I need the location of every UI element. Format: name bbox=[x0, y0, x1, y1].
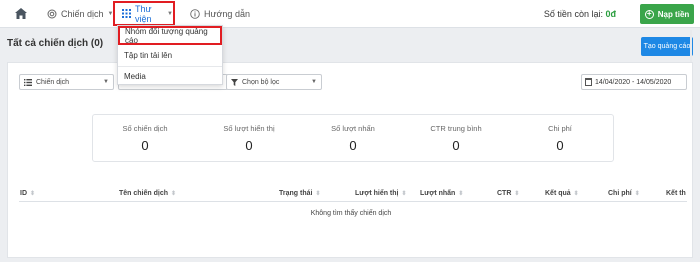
table-header: ID ⬍ Tên chiến dịch ⬍ Trạng thái ⬍ Lượt hiể… bbox=[19, 188, 687, 202]
stat-value: 0 bbox=[556, 138, 564, 153]
stat-impressions: Số lượt hiển thị 0 bbox=[199, 124, 299, 153]
column-label: CTR bbox=[497, 190, 512, 197]
balance-display: Số tiền còn lại: 0đ bbox=[544, 9, 616, 19]
stat-value: 0 bbox=[452, 138, 460, 153]
stat-value: 0 bbox=[349, 138, 357, 153]
column-label: Tên chiến dịch bbox=[119, 190, 169, 197]
sort-icon: ⬍ bbox=[573, 191, 579, 197]
sort-icon: ⬍ bbox=[315, 191, 321, 197]
sort-icon: ⬍ bbox=[401, 191, 407, 197]
stat-label: Số lượt hiển thị bbox=[223, 124, 275, 133]
list-icon bbox=[24, 78, 32, 86]
stat-label: CTR trung bình bbox=[430, 124, 482, 133]
column-header-ctr[interactable]: CTR ⬍ bbox=[497, 190, 519, 197]
chevron-down-icon: ▼ bbox=[103, 79, 109, 85]
filter-select-value: Chọn bộ lọc bbox=[242, 78, 280, 86]
stats-summary: Số chiến dịch 0 Số lượt hiển thị 0 Số lư… bbox=[92, 114, 614, 162]
column-header-impressions[interactable]: Lượt hiển thị ⬍ bbox=[355, 190, 407, 197]
column-label: ID bbox=[20, 190, 27, 197]
column-header-id[interactable]: ID ⬍ bbox=[20, 190, 35, 197]
stat-campaigns: Số chiến dịch 0 bbox=[95, 124, 195, 153]
stat-value: 0 bbox=[141, 138, 149, 153]
column-header-results[interactable]: Kết quả ⬍ bbox=[545, 190, 579, 197]
nav-library-label: Thư viện bbox=[135, 3, 152, 24]
sort-icon: ⬍ bbox=[458, 191, 464, 197]
calendar-icon bbox=[585, 78, 592, 86]
stat-ctr: CTR trung bình 0 bbox=[406, 124, 506, 153]
page-title: Tất cả chiến dịch (0) bbox=[7, 38, 104, 49]
balance-label: Số tiền còn lại: bbox=[543, 9, 603, 19]
nav-guide[interactable]: Hướng dẫn bbox=[190, 0, 250, 28]
menu-item-media[interactable]: Media bbox=[118, 66, 222, 85]
nav-library[interactable]: Thư viện ▼ bbox=[113, 1, 175, 26]
grid-icon bbox=[122, 9, 131, 18]
date-range-picker[interactable]: 14/04/2020 - 14/05/2020 bbox=[581, 74, 687, 90]
create-ad-button[interactable]: Tạo quảng cáo bbox=[641, 37, 693, 56]
stat-value: 0 bbox=[245, 138, 253, 153]
column-label: Lượt nhấn bbox=[420, 190, 456, 197]
column-header-end[interactable]: Kết th bbox=[666, 190, 686, 197]
stat-clicks: Số lượt nhấn 0 bbox=[303, 124, 403, 153]
column-label: Kết quả bbox=[545, 190, 571, 197]
filter-icon bbox=[231, 78, 238, 86]
library-dropdown-menu: Nhóm đối tượng quảng cáo Tập tin tải lên… bbox=[117, 25, 223, 85]
stat-label: Số chiến dịch bbox=[122, 124, 168, 133]
chevron-down-icon: ▼ bbox=[167, 10, 173, 17]
nav-campaigns-label: Chiến dịch bbox=[61, 9, 104, 19]
campaign-type-select[interactable]: Chiến dịch ▼ bbox=[19, 74, 114, 90]
sort-icon: ⬍ bbox=[171, 191, 177, 197]
column-header-cost[interactable]: Chi phí ⬍ bbox=[608, 190, 640, 197]
chevron-down-icon: ▼ bbox=[311, 79, 317, 85]
column-header-clicks[interactable]: Lượt nhấn ⬍ bbox=[420, 190, 463, 197]
filter-select[interactable]: Chọn bộ lọc ▼ bbox=[226, 74, 322, 90]
column-label: Trạng thái bbox=[279, 190, 313, 197]
stat-label: Số lượt nhấn bbox=[331, 124, 375, 133]
info-icon bbox=[190, 9, 200, 19]
home-icon[interactable] bbox=[14, 7, 28, 20]
top-navbar: Chiến dịch ▼ Thư viện ▼ Hướng dẫn Số tiề… bbox=[0, 0, 700, 28]
campaign-panel: Chiến dịch ▼ Chọn bộ lọc ▼ 14/04/2020 - … bbox=[7, 62, 693, 258]
menu-item-uploaded-files[interactable]: Tập tin tải lên bbox=[118, 46, 222, 65]
target-icon bbox=[47, 9, 57, 19]
topup-button[interactable]: + Nạp tiền bbox=[640, 4, 694, 24]
column-header-status[interactable]: Trạng thái ⬍ bbox=[279, 190, 320, 197]
plus-circle-icon: + bbox=[644, 9, 654, 19]
sort-icon: ⬍ bbox=[514, 191, 520, 197]
campaign-type-value: Chiến dịch bbox=[36, 78, 70, 86]
empty-table-message: Không tìm thấy chiến dịch bbox=[310, 210, 392, 217]
column-label: Lượt hiển thị bbox=[355, 190, 399, 197]
topup-label: Nạp tiền bbox=[657, 9, 690, 19]
balance-amount: 0đ bbox=[605, 9, 616, 19]
column-header-name[interactable]: Tên chiến dịch ⬍ bbox=[119, 190, 176, 197]
stat-label: Chi phí bbox=[548, 124, 572, 133]
menu-item-audience-groups[interactable]: Nhóm đối tượng quảng cáo bbox=[118, 26, 222, 45]
sort-icon: ⬍ bbox=[634, 191, 640, 197]
column-label: Kết th bbox=[666, 190, 686, 197]
nav-campaigns[interactable]: Chiến dịch ▼ bbox=[47, 0, 113, 28]
date-range-value: 14/04/2020 - 14/05/2020 bbox=[595, 78, 672, 86]
column-label: Chi phí bbox=[608, 190, 632, 197]
nav-guide-label: Hướng dẫn bbox=[204, 9, 250, 19]
sort-icon: ⬍ bbox=[30, 191, 36, 197]
stat-cost: Chi phí 0 bbox=[510, 124, 610, 153]
